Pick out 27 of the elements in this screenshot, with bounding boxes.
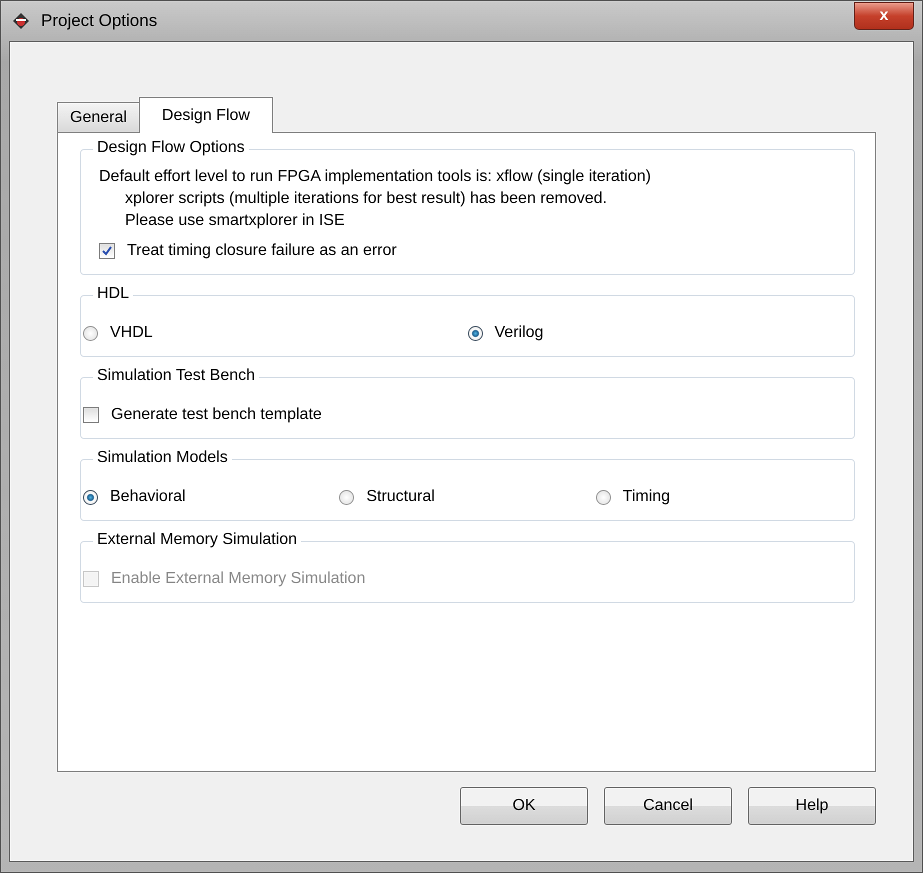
checkbox-option[interactable]: Generate test bench template: [83, 402, 852, 428]
window-title: Project Options: [41, 11, 158, 31]
info-text: xplorer scripts (multiple iterations for best result) has been removed.: [125, 189, 608, 209]
info-text: Default effort level to run FPGA implementation tools is: xflow (single iteration): [99, 167, 652, 187]
radio-button[interactable]: [83, 490, 98, 504]
radio-button[interactable]: [83, 326, 98, 340]
dialog-button[interactable]: OK: [460, 787, 588, 825]
checkbox[interactable]: [99, 243, 115, 259]
dialog-button[interactable]: Cancel: [604, 787, 732, 825]
radio-option[interactable]: Timing: [596, 484, 852, 510]
app-logo-icon: [11, 11, 31, 31]
checkbox-option[interactable]: Treat timing closure failure as an error: [99, 238, 852, 264]
radio-button[interactable]: [339, 490, 354, 504]
radio-option[interactable]: Verilog: [468, 320, 852, 346]
tab[interactable]: General: [57, 102, 140, 132]
close-button[interactable]: x: [854, 2, 914, 30]
checkbox[interactable]: [83, 407, 99, 423]
radio-option[interactable]: VHDL: [83, 320, 468, 346]
tab[interactable]: Design Flow: [138, 97, 273, 133]
dialog-button[interactable]: Help: [748, 787, 876, 825]
radio-option[interactable]: Structural: [339, 484, 596, 510]
radio-option[interactable]: Behavioral: [83, 484, 340, 510]
group-title: External Memory Simulation: [93, 531, 302, 549]
radio-button[interactable]: [596, 490, 611, 504]
info-text: Please use smartxplorer in ISE: [125, 211, 346, 231]
group-title: Design Flow Options: [93, 139, 249, 157]
radio-button[interactable]: [468, 326, 482, 340]
